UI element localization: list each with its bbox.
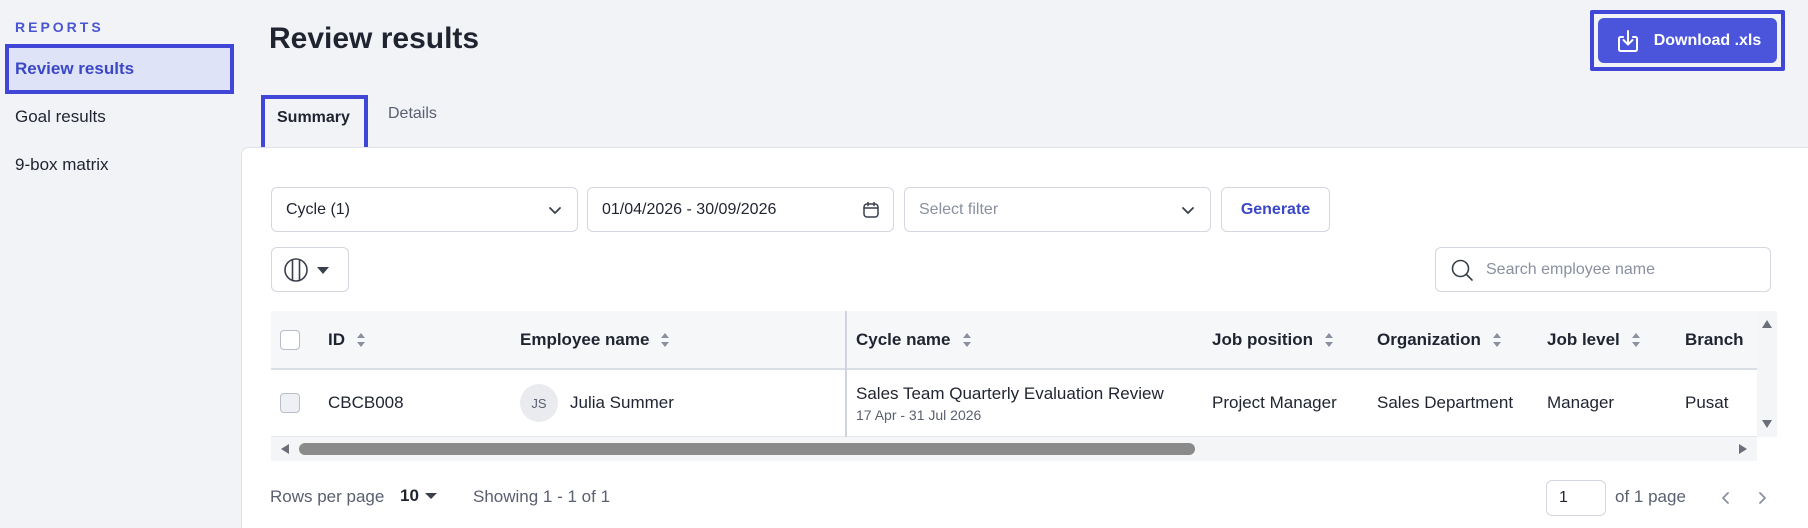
row-checkbox[interactable] (280, 393, 300, 413)
table-row[interactable]: CBCB008 JS Julia Summer Sales Team Quart… (271, 370, 1757, 437)
rows-per-page-select[interactable]: 10 (400, 486, 437, 506)
sort-icon (1631, 332, 1640, 347)
column-header-cycle-name[interactable]: Cycle name (856, 311, 973, 368)
sidebar: REPORTS Review results Goal results 9-bo… (0, 0, 240, 528)
date-range-picker[interactable]: 01/04/2026 - 30/09/2026 (587, 187, 894, 232)
caret-down-icon (424, 493, 437, 499)
date-range-value: 01/04/2026 - 30/09/2026 (602, 200, 777, 218)
row-checkbox-cell (280, 370, 300, 436)
tab-details[interactable]: Details (388, 95, 437, 153)
column-header-label: Job level (1547, 329, 1620, 349)
cell-cycle: Sales Team Quarterly Evaluation Review 1… (856, 370, 1164, 436)
calendar-icon (863, 201, 879, 218)
cell-branch: Pusat (1685, 393, 1729, 412)
cell-job-position: Project Manager (1212, 393, 1337, 412)
download-xls-button-frame: Download .xls (1590, 10, 1785, 71)
scroll-down-icon[interactable] (1761, 419, 1773, 429)
scroll-left-icon[interactable] (279, 443, 291, 455)
cycle-select[interactable]: Cycle (1) (271, 187, 578, 232)
rows-per-page-value: 10 (400, 486, 419, 505)
cycle-dates: 17 Apr - 31 Jul 2026 (856, 406, 982, 423)
sidebar-section-reports: REPORTS (15, 19, 104, 35)
filter-select[interactable]: Select filter (904, 187, 1211, 232)
next-page-button[interactable] (1750, 486, 1774, 510)
column-visibility-button[interactable] (271, 247, 349, 292)
column-header-label: Employee name (520, 329, 650, 349)
sidebar-item-9-box-matrix[interactable]: 9-box matrix (7, 142, 232, 188)
columns-icon (284, 257, 308, 282)
cell-organization: Sales Department (1377, 393, 1514, 412)
tab-details-label: Details (388, 105, 437, 122)
vertical-scrollbar[interactable] (1757, 311, 1777, 437)
scrollbar-thumb[interactable] (299, 443, 1195, 455)
avatar: JS (520, 384, 558, 422)
chevron-down-icon (1182, 207, 1194, 214)
search-input-placeholder: Search employee name (1486, 260, 1655, 278)
tab-summary-label: Summary (277, 109, 350, 126)
rows-per-page-label: Rows per page (270, 487, 385, 506)
cell-id: CBCB008 (328, 393, 404, 412)
sidebar-item-label: Goal results (15, 107, 106, 126)
sort-icon (1492, 332, 1501, 347)
horizontal-scrollbar[interactable] (271, 437, 1757, 461)
sort-icon (1325, 332, 1334, 347)
cycle-select-value: Cycle (1) (286, 200, 351, 218)
column-header-job-position[interactable]: Job position (1212, 311, 1335, 368)
column-header-job-level[interactable]: Job level (1547, 311, 1642, 368)
column-header-organization[interactable]: Organization (1377, 311, 1503, 368)
employee-name: Julia Summer (570, 393, 674, 412)
column-header-label: Cycle name (856, 329, 951, 349)
column-header-label: ID (328, 329, 345, 349)
column-header-label: Job position (1212, 329, 1314, 349)
tab-summary[interactable]: Summary (261, 95, 368, 153)
select-all-checkbox[interactable] (280, 329, 300, 350)
chevron-right-icon (1759, 492, 1766, 504)
sidebar-item-goal-results[interactable]: Goal results (7, 94, 232, 140)
sidebar-item-label: Review results (15, 59, 135, 78)
scroll-right-icon[interactable] (1737, 443, 1749, 455)
column-header-id[interactable]: ID (328, 311, 367, 368)
download-xls-button[interactable]: Download .xls (1598, 18, 1777, 63)
sort-icon (962, 332, 971, 347)
column-header-employee-name[interactable]: Employee name (520, 311, 671, 368)
cycle-name: Sales Team Quarterly Evaluation Review (856, 383, 1164, 403)
page-number-input[interactable] (1546, 480, 1606, 516)
frozen-column-divider (845, 311, 847, 437)
filter-select-placeholder: Select filter (919, 200, 999, 218)
table-header: ID Employee name Cycle name Job position… (271, 311, 1757, 370)
total-pages: of 1 page (1615, 487, 1686, 506)
sort-icon (357, 332, 365, 347)
sidebar-item-label: 9-box matrix (15, 155, 109, 174)
search-employee[interactable]: Search employee name (1435, 247, 1771, 292)
generate-button[interactable]: Generate (1221, 187, 1330, 232)
search-icon (1451, 259, 1473, 281)
sort-icon (661, 332, 670, 347)
showing-count: Showing 1 - 1 of 1 (473, 487, 611, 506)
download-xls-label: Download .xls (1653, 31, 1762, 49)
column-header-label: Branch (1685, 329, 1744, 349)
scroll-up-icon[interactable] (1761, 319, 1773, 329)
chevron-down-icon (549, 207, 561, 214)
cell-employee: JS Julia Summer (520, 370, 674, 436)
page-title: Review results (269, 22, 480, 55)
select-all-checkbox-cell (280, 311, 300, 368)
previous-page-button[interactable] (1714, 486, 1738, 510)
caret-down-icon (317, 266, 329, 274)
chevron-left-icon (1722, 492, 1729, 504)
cell-job-level: Manager (1547, 393, 1615, 412)
sidebar-item-review-results[interactable]: Review results (5, 44, 234, 94)
column-header-branch[interactable]: Branch (1685, 311, 1744, 368)
column-header-label: Organization (1377, 329, 1481, 349)
download-icon (1617, 29, 1638, 52)
results-table: ID Employee name Cycle name Job position… (271, 311, 1757, 437)
